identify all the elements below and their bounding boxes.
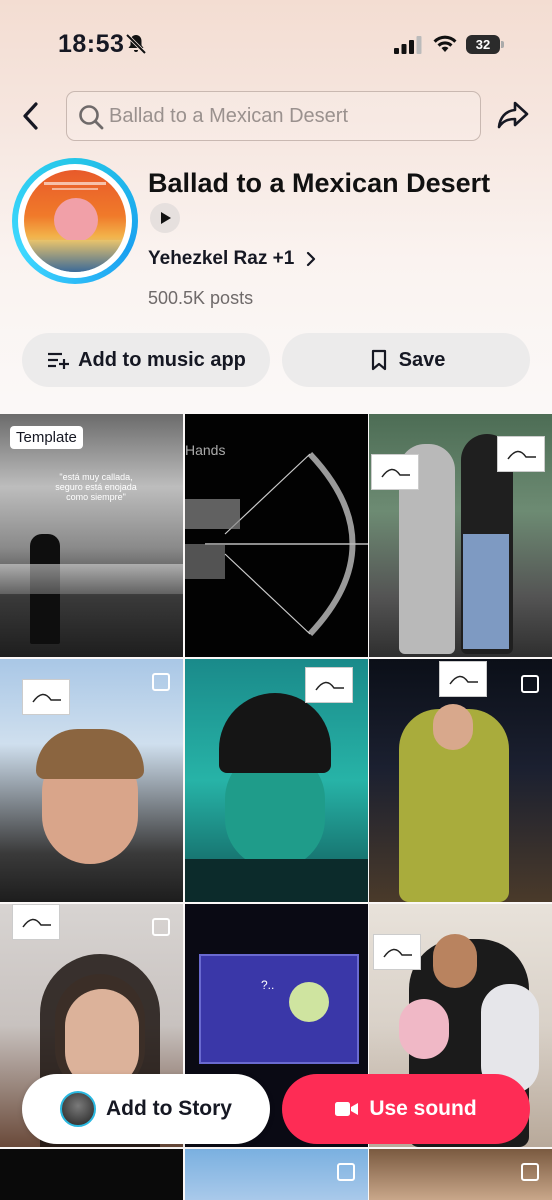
water-horizon (0, 564, 183, 594)
back-arrow-icon[interactable] (16, 98, 46, 134)
video-caption: "está muy callada, seguro está enojada c… (55, 472, 137, 502)
video-camera-icon (335, 1102, 359, 1116)
playlist-add-icon (48, 352, 70, 369)
cover-text-line (52, 188, 98, 190)
video-thumbnail[interactable] (369, 1149, 552, 1200)
search-input[interactable]: Ballad to a Mexican Desert (66, 91, 481, 141)
battery-level: 32 (466, 35, 500, 54)
status-bar: 18:53 32 (0, 0, 552, 90)
sticker-overlay (497, 436, 545, 472)
shirt (185, 859, 368, 902)
album-cover[interactable] (24, 170, 126, 272)
post-count: 500.5K posts (148, 288, 254, 308)
face (433, 934, 477, 988)
sticker-overlay (439, 661, 487, 697)
video-thumbnail[interactable] (369, 414, 552, 657)
multi-photo-icon (521, 675, 539, 693)
cover-sun (54, 198, 98, 242)
face (433, 704, 473, 750)
silent-bell-icon (125, 33, 147, 55)
play-button[interactable] (150, 203, 180, 233)
save-label: Save (398, 348, 446, 371)
sticker-overlay (373, 934, 421, 970)
wifi-icon (433, 35, 457, 52)
video-thumbnail[interactable] (0, 1149, 183, 1200)
video-thumbnail[interactable] (369, 659, 552, 902)
sound-title: Ballad to a Mexican Desert (148, 168, 491, 198)
search-placeholder: Ballad to a Mexican Desert (109, 105, 349, 127)
video-caption: ?.. (261, 978, 275, 992)
play-icon (161, 212, 171, 224)
multi-photo-icon (337, 1163, 355, 1181)
template-badge: Template (10, 426, 83, 449)
add-to-music-app-label: Add to music app (78, 348, 246, 371)
multi-photo-icon (152, 918, 170, 936)
video-thumbnail[interactable] (185, 1149, 368, 1200)
search-icon (79, 105, 104, 130)
add-to-story-button[interactable]: Add to Story (22, 1074, 270, 1144)
baby (399, 999, 449, 1059)
illustration-plate (289, 982, 329, 1022)
beanie (219, 693, 331, 773)
hair (36, 729, 144, 779)
video-thumbnail[interactable] (185, 659, 368, 902)
person-legs (463, 534, 509, 649)
cover-landscape (24, 240, 126, 272)
save-button[interactable]: Save (282, 333, 530, 387)
video-thumbnail[interactable]: Template "está muy callada, seguro está … (0, 414, 183, 657)
sticker-overlay (12, 904, 60, 940)
use-sound-label: Use sound (369, 1097, 477, 1120)
cellular-signal-icon (394, 36, 422, 54)
avatar (60, 1091, 96, 1127)
bookmark-icon (371, 349, 386, 371)
illustration-bed (199, 954, 359, 1064)
sticker-overlay (22, 679, 70, 715)
battery-tip (501, 41, 504, 48)
sticker-overlay (371, 454, 419, 490)
video-thumbnail[interactable] (0, 659, 183, 902)
share-icon[interactable] (496, 98, 530, 132)
add-to-story-label: Add to Story (106, 1097, 232, 1120)
chevron-right-icon[interactable] (304, 250, 318, 268)
artist-name[interactable]: Yehezkel Raz +1 (148, 248, 294, 270)
use-sound-button[interactable]: Use sound (282, 1074, 530, 1144)
battery-indicator: 32 (466, 35, 504, 54)
video-thumbnail[interactable]: Hands (185, 414, 368, 657)
sticker-overlay (305, 667, 353, 703)
multi-photo-icon (152, 673, 170, 691)
add-to-music-app-button[interactable]: Add to music app (22, 333, 270, 387)
multi-photo-icon (521, 1163, 539, 1181)
bow-drawing (185, 451, 368, 637)
status-time: 18:53 (58, 30, 125, 58)
cover-text-line (44, 182, 106, 185)
